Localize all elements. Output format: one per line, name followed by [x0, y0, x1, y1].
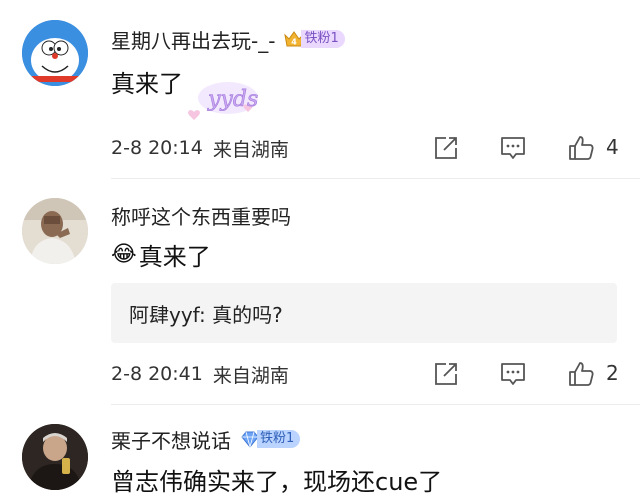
username[interactable]: 称呼这个东西重要吗	[111, 201, 291, 230]
like-button[interactable]	[566, 359, 596, 389]
comment-text: 😂 真来了	[111, 237, 211, 272]
username[interactable]: 栗子不想说话	[111, 425, 231, 454]
comment-time: 2-8 20:14	[111, 137, 203, 159]
like-count: 2	[606, 361, 619, 385]
fan-badge[interactable]: 4 铁粉1	[283, 28, 345, 50]
share-icon	[435, 137, 457, 159]
comment-text: 曾志伟确实来了，现场还cue了	[111, 462, 442, 497]
comment-location: 来自湖南	[212, 364, 289, 387]
comment-content: 真来了	[138, 243, 211, 271]
comment-location: 来自湖南	[212, 138, 289, 161]
avatar[interactable]	[22, 424, 88, 490]
thumbs-up-icon	[569, 136, 594, 160]
avatar[interactable]	[22, 198, 88, 264]
sticker-text: yyds	[207, 87, 258, 112]
doraemon-avatar-image	[22, 20, 88, 86]
share-button[interactable]	[431, 133, 461, 163]
comment-time: 2-8 20:41	[111, 363, 203, 385]
comment-icon	[501, 363, 525, 385]
divider	[111, 404, 640, 405]
fan-badge[interactable]: 铁粉1	[239, 428, 301, 450]
share-icon	[435, 363, 457, 385]
laugh-cry-emoji: 😂	[111, 242, 137, 267]
user-photo-avatar	[22, 424, 88, 490]
divider	[111, 178, 640, 179]
like-button[interactable]	[566, 133, 596, 163]
share-button[interactable]	[431, 359, 461, 389]
comment-button[interactable]	[498, 133, 528, 163]
thumbs-up-icon	[569, 362, 594, 386]
username[interactable]: 星期八再出去玩-_-	[111, 25, 275, 54]
badge-label: 铁粉1	[257, 430, 301, 448]
reply-text: 阿肆yyf: 真的吗?	[129, 302, 283, 327]
comment-content: 曾志伟确实来了，现场还cue了	[111, 468, 443, 496]
like-count: 4	[606, 135, 619, 159]
avatar[interactable]	[22, 20, 88, 86]
comment-item: 星期八再出去玩-_- 4 铁粉1 真来了 yyds 2-8 20:14 来自湖南	[0, 0, 640, 180]
user-photo-avatar	[22, 198, 88, 264]
comment-icon	[501, 137, 525, 159]
badge-level: 4	[292, 38, 298, 47]
badge-label: 铁粉1	[301, 30, 345, 48]
comment-text: 真来了	[111, 64, 183, 99]
reply-preview[interactable]: 阿肆yyf: 真的吗?	[111, 283, 617, 343]
comment-button[interactable]	[498, 359, 528, 389]
yyds-sticker: yyds	[188, 82, 259, 120]
comment-content: 真来了	[111, 70, 183, 98]
